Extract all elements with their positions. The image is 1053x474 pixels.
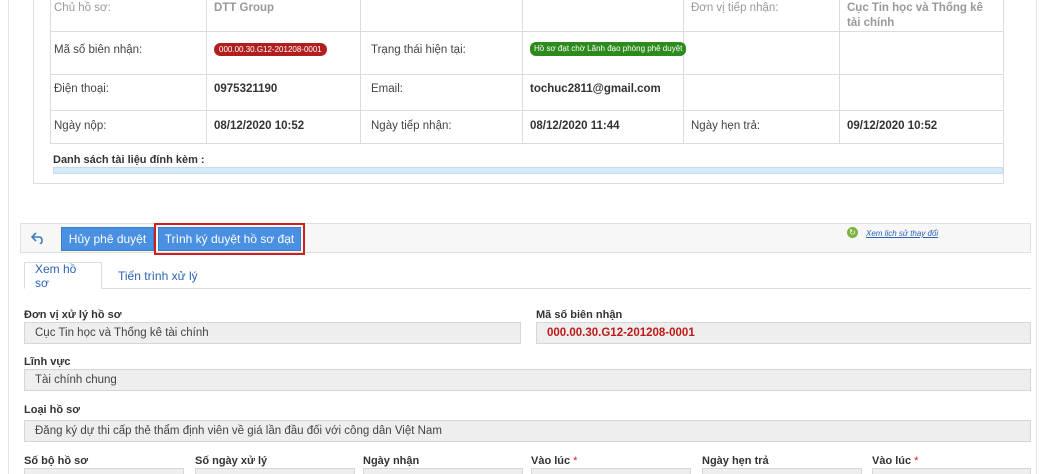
tab-processing-progress[interactable]: Tiến trình xử lý — [108, 262, 208, 289]
undo-icon[interactable] — [25, 227, 51, 249]
processing-days-input[interactable] — [195, 468, 355, 474]
due-date-value: 09/12/2020 10:52 — [847, 120, 938, 132]
col-divider — [1003, 0, 1004, 143]
attachments-list — [53, 167, 1003, 174]
email-label: Email: — [371, 83, 403, 95]
right-border — [1036, 0, 1037, 474]
submit-date-label: Ngày nộp: — [54, 120, 107, 132]
receiving-unit-value: Cục Tin học và Thống kê tài chính — [847, 2, 983, 29]
row-divider — [50, 31, 1003, 32]
phone-label: Điện thoại: — [54, 83, 109, 95]
appointment-date-input[interactable] — [702, 468, 862, 474]
col-divider — [360, 0, 361, 143]
record-type-input[interactable]: Đăng ký dự thi cấp thẻ thẩm định viên về… — [24, 420, 1031, 442]
processing-unit-field[interactable]: Cục Tin học và Thống kê tài chính — [24, 322, 521, 344]
tab-view-record[interactable]: Xem hồ sơ — [24, 262, 102, 290]
owner-label: Chủ hồ sơ: — [54, 2, 111, 14]
current-status-value: Hồ sơ đạt chờ Lãnh đạo phòng phê duyệt — [530, 41, 687, 56]
processing-unit-label: Đơn vị xử lý hồ sơ — [24, 309, 122, 321]
col-divider — [683, 0, 684, 143]
view-history-link[interactable]: Xem lịch sử thay đổi — [866, 229, 938, 238]
submit-date-value: 08/12/2020 10:52 — [214, 120, 305, 132]
receive-date-label: Ngày nhận — [363, 455, 420, 467]
left-border — [8, 0, 9, 474]
attachments-label: Danh sách tài liệu đính kèm : — [53, 154, 205, 166]
col-divider — [206, 0, 207, 143]
submit-for-signing-button[interactable]: Trình ký duyệt hồ sơ đạt — [154, 223, 305, 255]
received-date-label: Ngày tiếp nhận: — [371, 120, 452, 132]
phone-value: 0975321190 — [214, 83, 278, 95]
status-badge: Hồ sơ đạt chờ Lãnh đạo phòng phê duyệt — [530, 42, 687, 56]
row-divider — [50, 74, 1003, 75]
received-date-value: 08/12/2020 11:44 — [530, 120, 620, 132]
receiving-unit-label: Đơn vị tiếp nhận: — [691, 2, 779, 14]
appointment-time-input[interactable] — [872, 468, 1031, 474]
receipt-number-pill: 000.00.30.G12-201208-0001 — [214, 43, 327, 56]
receipt-number-field-label: Mã số biên nhận — [536, 309, 623, 321]
receive-time-label: Vào lúc * — [531, 455, 578, 467]
receipt-number-field[interactable]: 000.00.30.G12-201208-0001 — [536, 322, 1031, 344]
col-divider — [522, 0, 523, 143]
owner-value: DTT Group — [214, 2, 275, 14]
receipt-number-value: 000.00.30.G12-201208-0001 — [214, 42, 327, 57]
row-divider — [50, 110, 1003, 111]
email-value: tochuc2811@gmail.com — [530, 83, 661, 95]
receipt-number-label: Mã số biên nhận: — [54, 44, 143, 56]
current-status-label: Trạng thái hiện tại: — [371, 44, 466, 56]
appointment-time-label: Vào lúc * — [872, 455, 919, 467]
col-divider — [839, 0, 840, 143]
receive-date-input[interactable] — [363, 468, 523, 474]
due-date-label: Ngày hẹn trả: — [691, 120, 761, 132]
col-divider — [50, 0, 51, 143]
cancel-approval-button[interactable]: Hủy phê duyệt — [61, 227, 154, 251]
appointment-date-label: Ngày hẹn trả — [702, 455, 769, 467]
receive-time-input[interactable] — [531, 468, 691, 474]
field-label: Lĩnh vực — [24, 356, 71, 368]
history-icon: ↻ — [847, 227, 858, 238]
undo-icon — [31, 232, 43, 244]
record-info-panel: Chủ hồ sơ: DTT Group Đơn vị tiếp nhận: C… — [33, 0, 1004, 184]
processing-days-label: Số ngày xử lý — [195, 455, 268, 467]
field-input[interactable]: Tài chính chung — [24, 369, 1031, 391]
row-divider — [50, 143, 1003, 144]
record-type-label: Loại hồ sơ — [24, 404, 81, 416]
set-count-input[interactable] — [24, 468, 184, 474]
set-count-label: Số bộ hồ sơ — [24, 455, 89, 467]
